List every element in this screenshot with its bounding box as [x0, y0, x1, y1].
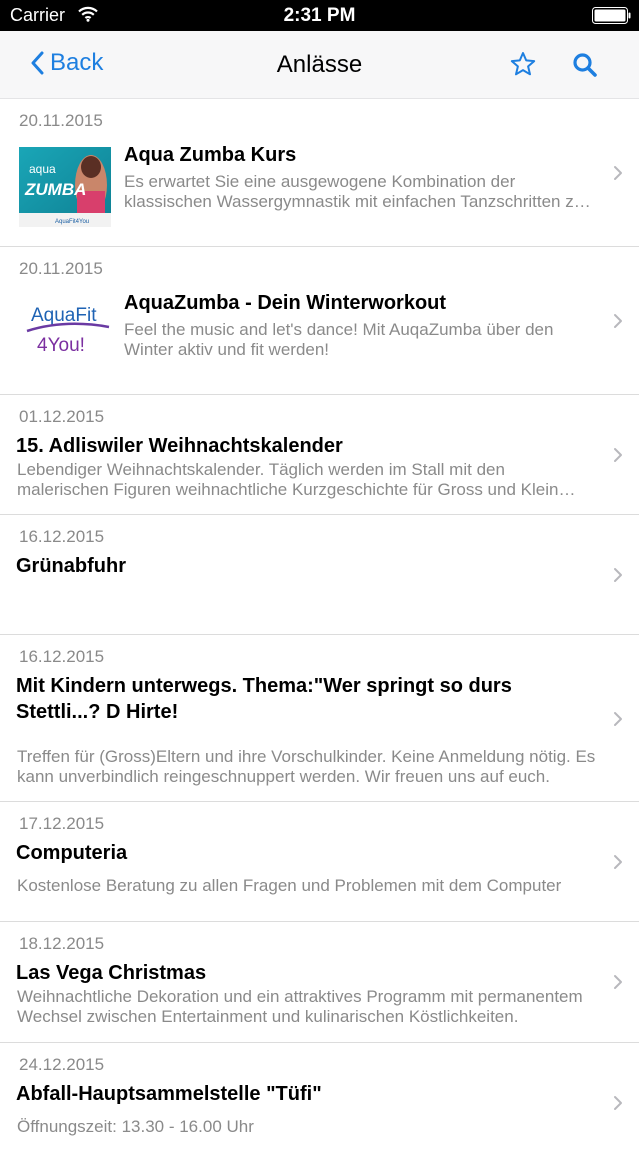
event-title: Aqua Zumba Kurs	[124, 144, 297, 166]
favorite-button[interactable]	[510, 51, 536, 82]
battery-icon	[592, 7, 631, 24]
event-title: Las Vega Christmas	[16, 962, 207, 984]
event-row[interactable]: 01.12.2015 15. Adliswiler Weihnachtskale…	[0, 395, 639, 515]
event-description: Lebendiger Weihnachtskalender. Täglich w…	[17, 460, 559, 499]
event-row[interactable]: 16.12.2015 Mit Kindern unterwegs. Thema:…	[0, 635, 639, 802]
event-row[interactable]: 24.12.2015 Abfall-Hauptsammelstelle "Tüf…	[0, 1043, 639, 1153]
event-description: Es erwartet Sie eine ausgewogene Kombina…	[124, 172, 584, 211]
chevron-right-icon	[614, 1096, 622, 1110]
chevron-right-icon	[614, 975, 622, 989]
event-date: 17.12.2015	[19, 814, 105, 833]
event-date: 16.12.2015	[19, 527, 105, 546]
event-row[interactable]: 20.11.2015 aqua ZUMBA AquaFit4You Aqua Z…	[0, 99, 639, 247]
event-title: Abfall-Hauptsammelstelle "Tüfi"	[16, 1083, 322, 1105]
back-button[interactable]: Back	[30, 49, 103, 77]
chevron-left-icon	[31, 51, 44, 75]
event-thumbnail: AquaFit 4You!	[19, 295, 111, 375]
chevron-right-icon	[614, 568, 622, 582]
event-date: 20.11.2015	[19, 259, 103, 278]
back-button-label: Back	[50, 49, 104, 76]
chevron-right-icon	[614, 166, 622, 180]
chevron-right-icon	[614, 448, 622, 462]
event-row[interactable]: 20.11.2015 AquaFit 4You! AquaZumba - Dei…	[0, 247, 639, 395]
event-row[interactable]: 18.12.2015 Las Vega Christmas Weihnachtl…	[0, 922, 639, 1043]
chevron-right-icon	[614, 855, 622, 869]
event-description: Weihnachtliche Dekoration und ein attrak…	[17, 987, 583, 1026]
event-list: 20.11.2015 aqua ZUMBA AquaFit4You Aqua Z…	[0, 99, 639, 1153]
star-icon	[510, 52, 536, 76]
logo-aqua: aqua	[29, 162, 56, 176]
logo-small: AquaFit4You	[55, 219, 89, 225]
logo-zumba: ZUMBA	[24, 180, 86, 199]
event-title: AquaZumba - Dein Winterworkout	[124, 292, 447, 314]
event-date: 01.12.2015	[19, 407, 105, 426]
event-description: Kostenlose Beratung zu allen Fragen und …	[17, 876, 562, 895]
event-date: 18.12.2015	[19, 934, 105, 953]
event-title: 15. Adliswiler Weihnachtskalender	[16, 435, 343, 457]
event-description: Öffnungszeit: 13.30 - 16.00 Uhr	[17, 1117, 254, 1136]
event-date: 20.11.2015	[19, 111, 103, 130]
event-date: 24.12.2015	[19, 1055, 105, 1074]
search-icon	[573, 53, 597, 77]
event-description: Treffen für (Gross)Eltern und ihre Vorsc…	[17, 747, 596, 786]
chevron-right-icon	[614, 314, 622, 328]
status-bar: Carrier 2:31 PM	[0, 0, 639, 31]
event-date: 16.12.2015	[19, 647, 105, 666]
aquafit-line2: 4You!	[37, 335, 85, 356]
aquafit-line1: AquaFit	[31, 305, 97, 326]
event-title: Mit Kindern unterwegs. Thema:"Wer spring…	[16, 675, 512, 723]
event-title: Computeria	[16, 842, 128, 864]
navigation-bar: Back Anlässe	[0, 31, 639, 99]
event-row[interactable]: 17.12.2015 Computeria Kostenlose Beratun…	[0, 802, 639, 922]
event-row[interactable]: 16.12.2015 Grünabfuhr	[0, 515, 639, 635]
event-description: Feel the music and let's dance! Mit Auqa…	[124, 320, 554, 359]
event-thumbnail: aqua ZUMBA AquaFit4You	[19, 147, 111, 227]
event-title: Grünabfuhr	[16, 555, 126, 577]
search-button[interactable]	[572, 52, 598, 83]
chevron-right-icon	[614, 712, 622, 726]
clock: 2:31 PM	[283, 5, 356, 26]
